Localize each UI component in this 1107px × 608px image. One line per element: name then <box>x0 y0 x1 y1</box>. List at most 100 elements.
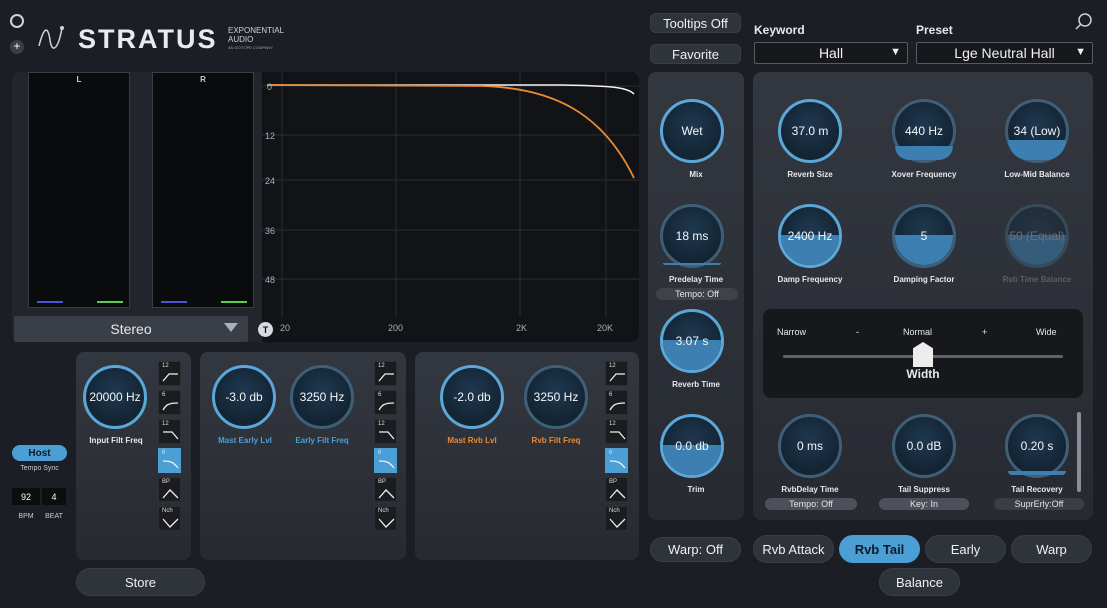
hp12-icon <box>378 373 394 382</box>
width-slider-thumb[interactable] <box>913 342 933 367</box>
width-plus-label: + <box>982 327 988 337</box>
filter-type-button[interactable]: 12 <box>605 419 628 444</box>
right-meter: R <box>152 72 254 308</box>
bandpass-icon <box>609 489 626 499</box>
stereo-mode-select[interactable]: Stereo <box>14 316 248 342</box>
damp-freq-value: 2400 Hz <box>787 229 833 243</box>
y-label-48: 48 <box>265 275 276 285</box>
tail-recovery-knob[interactable]: 0.20 s <box>1005 414 1069 478</box>
hp6-icon <box>162 402 179 411</box>
filter-type-button[interactable]: 6 <box>158 390 181 415</box>
rvb-filter-curve <box>266 84 635 179</box>
filter-type-button[interactable]: 12 <box>158 419 181 444</box>
tab-warp[interactable]: Warp <box>1011 535 1092 563</box>
filter-type-button[interactable]: 6 <box>374 390 397 415</box>
right-panel-scrollbar[interactable] <box>1077 412 1081 492</box>
beat-field[interactable]: 4 <box>42 488 66 505</box>
filter-type-label: BP <box>378 479 387 485</box>
filter-type-button[interactable]: 12 <box>605 361 628 386</box>
store-button[interactable]: Store <box>76 568 205 596</box>
tab-early[interactable]: Early <box>925 535 1006 563</box>
preset-select[interactable]: Lge Neutral Hall ▼ <box>916 42 1093 64</box>
filter-type-button[interactable]: 6 <box>374 448 397 473</box>
host-button[interactable]: Host <box>12 445 67 461</box>
warp-off-button[interactable]: Warp: Off <box>650 537 741 562</box>
xover-knob[interactable]: 440 Hz <box>892 99 956 163</box>
brand-line3: AN iZOTOPE COMPANY <box>228 45 273 50</box>
filter-type-button[interactable]: BP <box>374 477 397 502</box>
filter-type-label: 6 <box>609 450 613 456</box>
rvb-delay-knob[interactable]: 0 ms <box>778 414 842 478</box>
hp6-icon <box>609 402 626 411</box>
rvb-filt-value: 3250 Hz <box>533 390 579 404</box>
left-meter-bar-1 <box>37 301 63 303</box>
tail-recovery-value: 0.20 s <box>1020 439 1054 453</box>
triangle-down-icon <box>224 323 238 332</box>
tail-recovery-supr-pill[interactable]: SuprErly:Off <box>994 498 1084 510</box>
lowmid-knob[interactable]: 34 (Low) <box>1005 99 1069 163</box>
filter-type-button[interactable]: Nch <box>605 506 628 531</box>
lp6-icon <box>609 460 626 469</box>
notch-icon <box>378 518 395 528</box>
early-filt-label: Early Filt Freq <box>295 436 349 445</box>
mast-early-knob[interactable]: -3.0 db <box>212 365 276 429</box>
reverb-time-knob[interactable]: 3.07 s <box>660 309 724 373</box>
favorite-button[interactable]: Favorite <box>650 44 741 64</box>
filter-type-label: BP <box>162 479 171 485</box>
width-normal-label: Normal <box>903 327 933 337</box>
rvb-delay-tempo-pill[interactable]: Tempo: Off <box>765 498 857 510</box>
settings-icon[interactable] <box>10 14 24 28</box>
filter-type-button[interactable]: Nch <box>374 506 397 531</box>
filter-type-label: 6 <box>609 392 613 398</box>
input-filt-knob[interactable]: 20000 Hz <box>83 365 147 429</box>
search-icon[interactable] <box>1074 12 1094 32</box>
add-icon[interactable]: + <box>10 40 24 54</box>
rvb-filt-knob[interactable]: 3250 Hz <box>524 365 588 429</box>
mast-rvb-knob[interactable]: -2.0 db <box>440 365 504 429</box>
reverb-time-label: Reverb Time <box>672 380 720 389</box>
filter-type-button[interactable]: 6 <box>605 448 628 473</box>
logo-text: STRATUS <box>78 24 218 54</box>
graph-t-button[interactable]: T <box>258 322 273 337</box>
rvb-delay-value: 0 ms <box>796 439 823 453</box>
predelay-label: Predelay Time <box>668 275 724 284</box>
early-filt-knob[interactable]: 3250 Hz <box>290 365 354 429</box>
keyword-select[interactable]: Hall ▼ <box>754 42 908 64</box>
filter-type-button[interactable]: Nch <box>158 506 181 531</box>
filter-type-button[interactable]: 12 <box>374 361 397 386</box>
input-filt-label: Input Filt Freq <box>89 436 143 445</box>
x-label-20: 20 <box>280 323 291 333</box>
chevron-down-icon: ▼ <box>1075 46 1086 58</box>
tail-suppress-knob[interactable]: 0.0 dB <box>892 414 956 478</box>
lowmid-value: 34 (Low) <box>1013 124 1061 138</box>
tail-suppress-key-pill[interactable]: Key: In <box>879 498 969 510</box>
notch-icon <box>162 518 179 528</box>
filter-type-button[interactable]: 12 <box>158 361 181 386</box>
filter-type-button[interactable]: BP <box>605 477 628 502</box>
predelay-knob[interactable]: 18 ms <box>660 204 724 268</box>
trim-value: 0.0 db <box>675 439 709 453</box>
filter-type-button[interactable]: 12 <box>374 419 397 444</box>
preset-label: Preset <box>916 23 953 37</box>
tab-rvb-attack[interactable]: Rvb Attack <box>753 535 834 563</box>
xover-value: 440 Hz <box>904 124 944 138</box>
mix-value: Wet <box>681 124 703 138</box>
damp-freq-knob[interactable]: 2400 Hz <box>778 204 842 268</box>
bpm-field[interactable]: 92 <box>12 488 40 505</box>
tooltips-toggle-button[interactable]: Tooltips Off <box>650 13 741 33</box>
damp-factor-knob[interactable]: 5 <box>892 204 956 268</box>
rvb-filt-label: Rvb Filt Freq <box>531 436 581 445</box>
trim-knob[interactable]: 0.0 db <box>660 414 724 478</box>
right-meter-bar-1 <box>161 301 187 303</box>
tab-balance[interactable]: Balance <box>879 568 960 596</box>
predelay-value: 18 ms <box>675 229 709 243</box>
filter-type-label: 12 <box>378 421 385 427</box>
early-filt-value: 3250 Hz <box>299 390 345 404</box>
reverb-size-knob[interactable]: 37.0 m <box>778 99 842 163</box>
filter-type-button[interactable]: BP <box>158 477 181 502</box>
mix-knob[interactable]: Wet <box>660 99 724 163</box>
filter-type-button[interactable]: 6 <box>158 448 181 473</box>
filter-type-button[interactable]: 6 <box>605 390 628 415</box>
tab-rvb-tail[interactable]: Rvb Tail <box>839 535 920 563</box>
predelay-tempo-pill[interactable]: Tempo: Off <box>656 288 738 300</box>
